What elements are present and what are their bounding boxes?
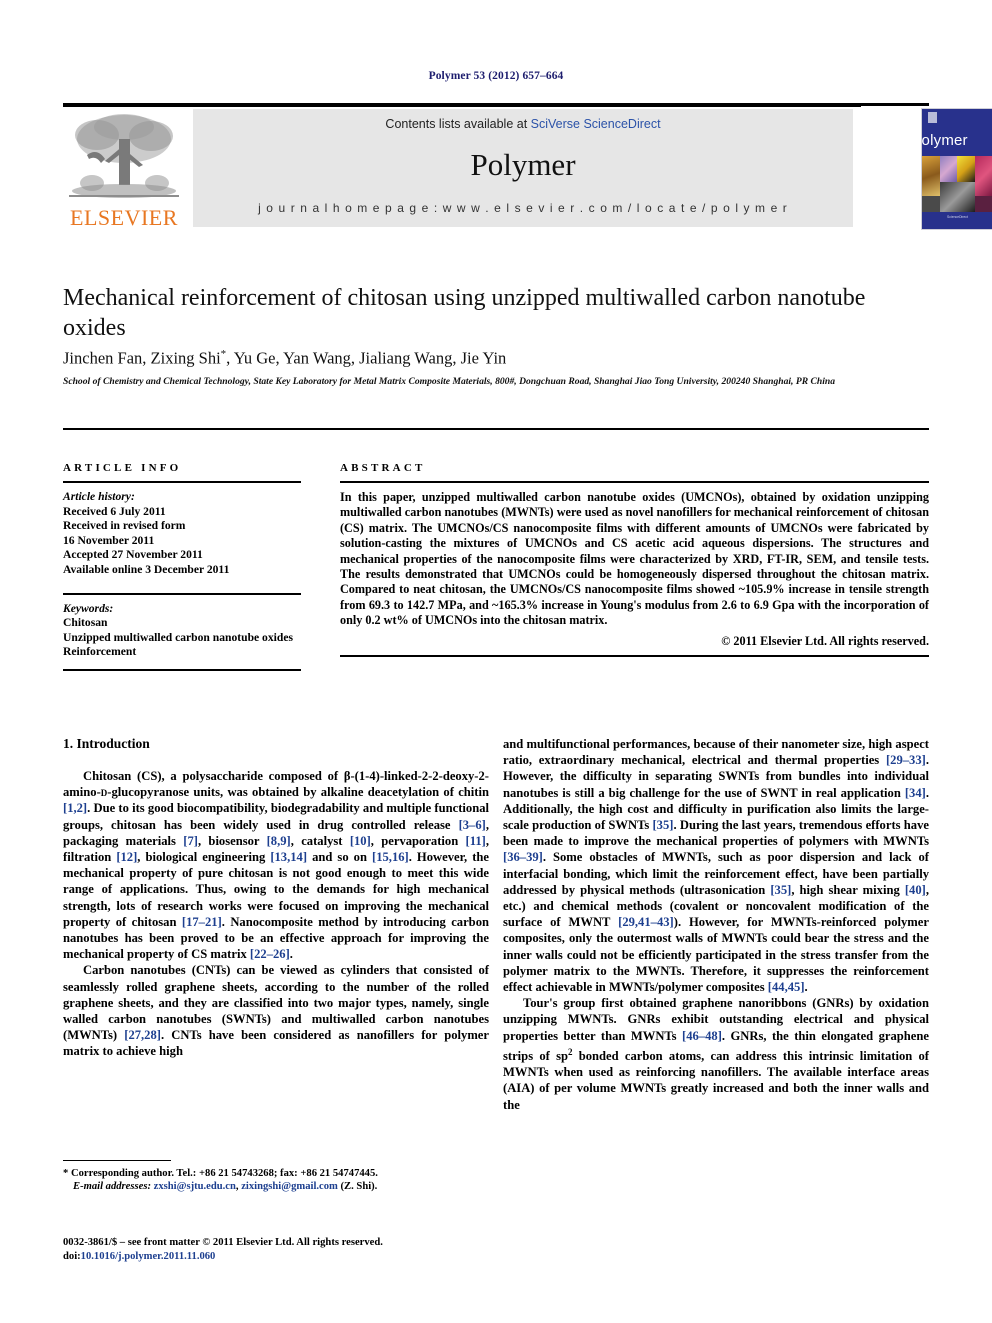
elsevier-wordmark: ELSEVIER [70, 205, 178, 230]
journal-homepage-line[interactable]: j o u r n a l h o m e p a g e : w w w . … [193, 201, 853, 215]
footnote-text: * Corresponding author. Tel.: +86 21 547… [63, 1167, 489, 1194]
section-heading-introduction: 1. Introduction [63, 736, 150, 751]
article-info-heading: ARTICLE INFO [63, 462, 182, 474]
journal-masthead: ELSEVIER Contents lists available at Sci… [63, 103, 992, 230]
journal-title: Polymer [470, 147, 576, 182]
cover-mosaic-images [922, 156, 992, 212]
abstract-column: ABSTRACT In this paper, unzipped multiwa… [340, 462, 929, 657]
body-column-left: 1. Introduction Chitosan (CS), a polysac… [63, 736, 489, 1060]
abstract-copyright: © 2011 Elsevier Ltd. All rights reserved… [721, 633, 929, 648]
history-item: 16 November 2011 [63, 533, 155, 547]
doi-label: doi: [63, 1250, 81, 1262]
page-title: Mechanical reinforcement of chitosan usi… [63, 285, 866, 341]
contents-prefix: Contents lists available at [385, 117, 531, 131]
article-info-rule-bottom [63, 668, 301, 671]
email-link-secondary[interactable]: zixingshi@gmail.com [241, 1181, 338, 1192]
article-info-rule-mid [63, 592, 301, 595]
email-line: E-mail addresses: zxshi@sjtu.edu.cn, zix… [73, 1181, 378, 1193]
author-list: Jinchen Fan, Zixing Shi*, Yu Ge, Yan Wan… [63, 348, 507, 368]
paragraph: Tour's group first obtained graphene nan… [503, 996, 930, 1112]
masthead-band: Contents lists available at SciVerse Sci… [193, 109, 853, 227]
footnote-rule [63, 1160, 171, 1161]
doi-link[interactable]: 10.1016/j.polymer.2011.11.060 [81, 1251, 216, 1262]
keyword-item: Chitosan [63, 616, 108, 630]
corresponding-author-note: * Corresponding author. Tel.: +86 21 547… [63, 1168, 378, 1179]
running-head: Polymer 53 (2012) 657–664 [428, 70, 564, 82]
body-column-right: and multifunctional performances, becaus… [503, 736, 929, 1113]
cover-artwork: polymer ScienceDirect [921, 108, 992, 230]
history-item: Received 6 July 2011 [63, 504, 166, 518]
keywords-label: Keywords: [63, 601, 114, 615]
article-info-column: ARTICLE INFO Article history: Received 6… [63, 462, 301, 671]
elsevier-tree-icon [69, 114, 179, 198]
email-suffix: (Z. Shi). [340, 1181, 378, 1193]
cover-footer-text: ScienceDirect [947, 215, 968, 219]
keywords-block: Keywords: Chitosan Unzipped multiwalled … [63, 602, 301, 660]
front-matter-line: 0032-3861/$ – see front matter © 2011 El… [63, 1237, 383, 1248]
article-history: Article history: Received 6 July 2011 Re… [63, 490, 301, 578]
history-item: Accepted 27 November 2011 [63, 548, 203, 562]
doi-line: doi:10.1016/j.polymer.2011.11.060 [63, 1250, 623, 1264]
masthead-top-rule [63, 103, 929, 107]
footnote-block: * Corresponding author. Tel.: +86 21 547… [63, 1160, 489, 1194]
bottom-matter: 0032-3861/$ – see front matter © 2011 El… [63, 1236, 623, 1263]
paragraph: and multifunctional performances, becaus… [503, 737, 929, 995]
sciencedirect-link[interactable]: SciVerse ScienceDirect [531, 117, 661, 131]
history-item: Available online 3 December 2011 [63, 562, 230, 576]
paragraph: Carbon nanotubes (CNTs) can be viewed as… [63, 963, 489, 1059]
keyword-item: Reinforcement [63, 645, 137, 659]
history-label: Article history: [63, 490, 135, 503]
keyword-item: Unzipped multiwalled carbon nanotube oxi… [63, 630, 293, 644]
title-bottom-rule [63, 428, 929, 430]
cover-journal-title: polymer [921, 132, 968, 149]
paper-page: Polymer 53 (2012) 657–664 ELSEVIER Conte… [0, 0, 992, 1323]
abstract-heading: ABSTRACT [340, 462, 426, 474]
abstract-rule-bottom [340, 654, 929, 657]
abstract-text: In this paper, unzipped multiwalled carb… [340, 490, 929, 628]
email-label: E-mail addresses: [73, 1181, 151, 1193]
history-item: Received in revised form [63, 519, 186, 533]
journal-cover-thumbnail: polymer ScienceDirect [861, 106, 992, 230]
cover-stamp-icon [928, 112, 937, 123]
abstract-rule-top [340, 481, 929, 483]
article-info-rule-top [63, 481, 301, 483]
contents-list-line: Contents lists available at SciVerse Sci… [193, 117, 853, 131]
email-link-primary[interactable]: zxshi@sjtu.edu.cn [154, 1181, 236, 1192]
elsevier-logo: ELSEVIER [63, 109, 185, 230]
affiliation: School of Chemistry and Chemical Technol… [63, 376, 836, 387]
paragraph: Chitosan (CS), a polysaccharide composed… [63, 769, 490, 962]
